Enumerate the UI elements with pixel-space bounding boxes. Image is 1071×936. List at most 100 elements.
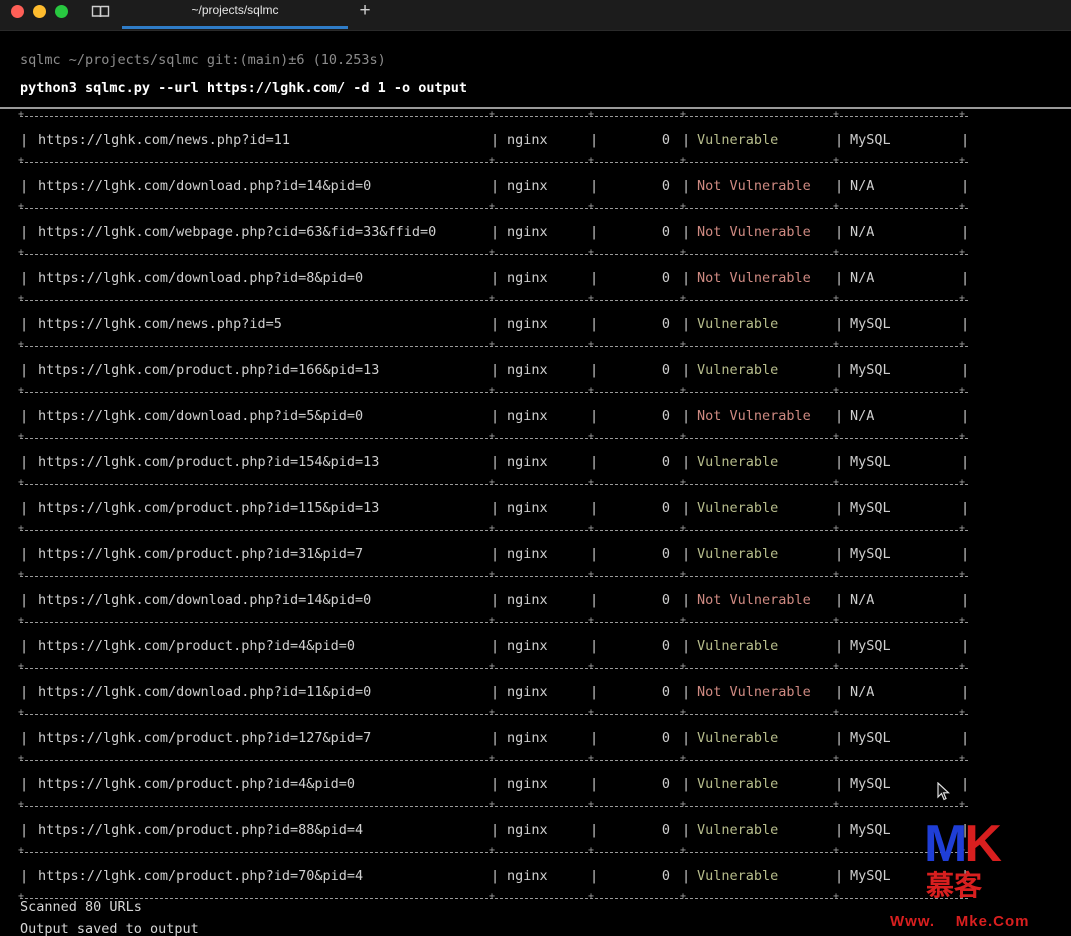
server-cell: nginx	[507, 730, 548, 746]
table-corner: +	[489, 891, 496, 902]
terminal-output[interactable]: sqlmc ~/projects/sqlmc git:(main)±6 (10.…	[0, 50, 1071, 936]
table-corner: +	[959, 201, 966, 212]
table-corner: +	[680, 155, 687, 166]
table-corner: +	[588, 661, 595, 672]
count-cell: 0	[661, 178, 670, 194]
server-cell: nginx	[507, 132, 548, 148]
table-corner: +	[959, 339, 966, 350]
table-corner: +	[489, 661, 496, 672]
count-cell: 0	[661, 638, 670, 654]
command-divider	[0, 107, 1071, 109]
status-cell: Not Vulnerable	[697, 178, 811, 194]
table-corner: +	[680, 293, 687, 304]
watermark-url: Www. Mke.Com	[890, 913, 1030, 930]
server-cell: nginx	[507, 362, 548, 378]
server-cell: nginx	[507, 776, 548, 792]
scan-summary: Scanned 80 URLs	[20, 899, 142, 915]
database-cell: N/A	[850, 408, 875, 424]
table-corner: +	[959, 247, 966, 258]
new-tab-button[interactable]: +	[357, 0, 373, 22]
table-corner: +	[18, 799, 25, 810]
status-cell: Not Vulnerable	[697, 270, 811, 286]
tab-sqlmc[interactable]: ~/projects/sqlmc	[122, 0, 348, 30]
table-corner: +	[959, 615, 966, 626]
url-cell: https://lghk.com/product.php?id=4&pid=0	[38, 776, 355, 792]
url-cell: https://lghk.com/product.php?id=154&pid=…	[38, 454, 380, 470]
table-corner: +	[588, 247, 595, 258]
table-corner: +	[833, 707, 840, 718]
url-cell: https://lghk.com/webpage.php?cid=63&fid=…	[38, 224, 437, 240]
table-corner: +	[588, 201, 595, 212]
table-corner: +	[680, 661, 687, 672]
watermark-chinese: 慕客	[926, 869, 983, 902]
table-corner: +	[959, 569, 966, 580]
status-cell: Not Vulnerable	[697, 684, 811, 700]
status-cell: Vulnerable	[697, 132, 779, 148]
count-cell: 0	[661, 316, 670, 332]
table-corner: +	[18, 155, 25, 166]
server-cell: nginx	[507, 178, 548, 194]
server-cell: nginx	[507, 822, 548, 838]
watermark-logo-k: K	[964, 815, 1002, 873]
status-cell: Vulnerable	[697, 776, 779, 792]
table-corner: +	[680, 109, 687, 120]
status-cell: Vulnerable	[697, 316, 779, 332]
minimize-window-button[interactable]	[33, 5, 46, 18]
status-cell: Vulnerable	[697, 454, 779, 470]
table-corner: +	[680, 753, 687, 764]
table-corner: +	[489, 707, 496, 718]
server-cell: nginx	[507, 408, 548, 424]
table-corner: +	[959, 799, 966, 810]
tab-active-indicator	[122, 26, 348, 29]
table-corner: +	[588, 293, 595, 304]
table-corner: +	[489, 293, 496, 304]
count-cell: 0	[661, 730, 670, 746]
url-cell: https://lghk.com/download.php?id=11&pid=…	[38, 684, 372, 700]
table-corner: +	[588, 339, 595, 350]
database-cell: N/A	[850, 224, 875, 240]
shell-prompt: sqlmc ~/projects/sqlmc git:(main)±6 (10.…	[20, 52, 386, 68]
status-cell: Vulnerable	[697, 546, 779, 562]
table-corner: +	[588, 753, 595, 764]
table-corner: +	[959, 155, 966, 166]
table-corner: +	[18, 293, 25, 304]
tab-title: ~/projects/sqlmc	[191, 3, 279, 17]
command-line: python3 sqlmc.py --url https://lghk.com/…	[20, 80, 468, 96]
table-corner: +	[833, 201, 840, 212]
count-cell: 0	[661, 362, 670, 378]
table-corner: +	[959, 661, 966, 672]
server-cell: nginx	[507, 546, 548, 562]
table-corner: +	[588, 569, 595, 580]
zoom-window-button[interactable]	[55, 5, 68, 18]
table-corner: +	[680, 431, 687, 442]
count-cell: 0	[661, 224, 670, 240]
url-cell: https://lghk.com/product.php?id=115&pid=…	[38, 500, 380, 516]
table-corner: +	[833, 385, 840, 396]
database-cell: N/A	[850, 684, 875, 700]
close-window-button[interactable]	[11, 5, 24, 18]
table-corner: +	[959, 523, 966, 534]
server-cell: nginx	[507, 592, 548, 608]
table-corner: +	[18, 845, 25, 856]
status-cell: Not Vulnerable	[697, 592, 811, 608]
book-icon[interactable]	[91, 4, 110, 19]
table-corner: +	[833, 339, 840, 350]
output-saved-message: Output saved to output	[20, 921, 199, 936]
table-corner: +	[959, 477, 966, 488]
url-cell: https://lghk.com/download.php?id=8&pid=0	[38, 270, 364, 286]
table-corner: +	[489, 201, 496, 212]
table-corner: +	[680, 523, 687, 534]
table-corner: +	[489, 569, 496, 580]
table-corner: +	[680, 247, 687, 258]
url-cell: https://lghk.com/news.php?id=5	[38, 316, 282, 332]
table-corner: +	[489, 385, 496, 396]
table-corner: +	[588, 385, 595, 396]
table-corner: +	[959, 707, 966, 718]
url-cell: https://lghk.com/download.php?id=5&pid=0	[38, 408, 364, 424]
table-corner: +	[18, 523, 25, 534]
table-corner: +	[18, 431, 25, 442]
table-corner: +	[833, 523, 840, 534]
table-corner: +	[833, 293, 840, 304]
results-table: + + + + + + | | | | | | https://lghk.com/news.php?id…	[18, 110, 969, 902]
database-cell: MySQL	[850, 362, 891, 378]
